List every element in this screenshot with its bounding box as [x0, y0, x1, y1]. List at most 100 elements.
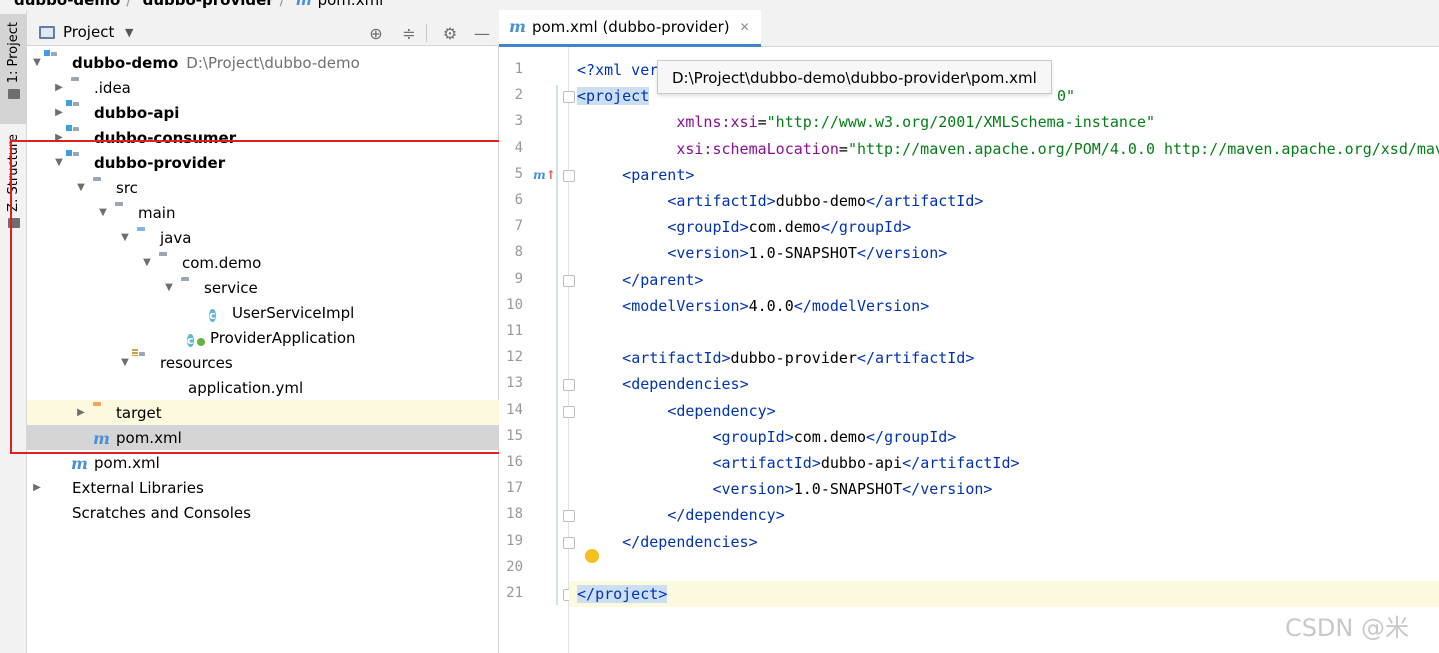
- tree-item-application-yml[interactable]: ▶ application.yml: [27, 375, 499, 400]
- breadcrumb-item-module[interactable]: dubbo-provider: [143, 0, 274, 9]
- project-view-selector[interactable]: Project: [63, 23, 114, 41]
- tree-item-dubbo-provider[interactable]: ▼ dubbo-provider: [27, 148, 499, 175]
- tree-item-label: resources: [160, 353, 233, 372]
- xml-tag-bracket: </: [793, 296, 812, 315]
- folder-icon: [115, 205, 133, 221]
- tree-item-provider-pom[interactable]: ▶ m pom.xml: [27, 425, 499, 450]
- tool-window-strip: 1: Project Z: Structure: [0, 10, 27, 653]
- line-number: 17: [506, 480, 523, 497]
- tree-item-scratches[interactable]: ▶ Scratches and Consoles: [27, 500, 499, 525]
- collapsed-arrow-icon[interactable]: ▶: [53, 132, 65, 143]
- code-line[interactable]: </dependency>: [577, 502, 784, 528]
- tree-item-dubbo-consumer[interactable]: ▶ dubbo-consumer: [27, 123, 499, 150]
- tree-item-providerapplication[interactable]: ▶ c ProviderApplication: [27, 325, 499, 350]
- xml-tag-bracket: >: [784, 427, 794, 446]
- xml-tag-bracket: </: [856, 349, 876, 368]
- project-tool-tab[interactable]: 1: Project: [0, 14, 27, 124]
- code-area[interactable]: <?xml ver <project 0" xmlns:xsi="http://ww…: [569, 47, 1439, 653]
- code-line[interactable]: </project>: [577, 581, 668, 607]
- xml-tag-bracket: >: [739, 218, 749, 237]
- expanded-arrow-icon[interactable]: ▼: [141, 257, 153, 268]
- code-line[interactable]: <dependencies>: [577, 371, 748, 397]
- expanded-arrow-icon[interactable]: ▼: [163, 282, 175, 293]
- expanded-arrow-icon[interactable]: ▼: [75, 182, 87, 193]
- code-line[interactable]: <artifactId>dubbo-demo</artifactId>: [577, 188, 983, 214]
- collapse-all-icon[interactable]: ≑: [398, 22, 420, 44]
- collapsed-arrow-icon[interactable]: ▶: [53, 107, 65, 118]
- code-line[interactable]: <version>1.0-SNAPSHOT</version>: [577, 240, 947, 266]
- code-line[interactable]: xmlns:xsi="http://www.w3.org/2001/XMLSch…: [577, 109, 1155, 135]
- xml-tag-bracket: </: [902, 454, 921, 472]
- tree-item-dubbo-api[interactable]: ▶ dubbo-api: [27, 98, 499, 125]
- tree-item-main[interactable]: ▼ main: [27, 200, 499, 225]
- tree-item-label: dubbo-api: [94, 103, 180, 122]
- code-line[interactable]: <artifactId>dubbo-api</artifactId>: [577, 450, 1019, 476]
- tree-item-userserviceimpl[interactable]: ▶ c UserServiceImpl: [27, 300, 499, 325]
- tree-item-label: main: [138, 203, 176, 222]
- code-line[interactable]: <groupId>com.demo</groupId>: [577, 424, 956, 450]
- line-number: 15: [506, 427, 523, 444]
- tree-item-label: java: [160, 228, 192, 247]
- tree-item-service[interactable]: ▼ service: [27, 275, 499, 300]
- tree-item-resources[interactable]: ▼ resources: [27, 347, 499, 375]
- tree-item-com-demo[interactable]: ▼ com.demo: [27, 250, 499, 275]
- locate-file-icon[interactable]: ⊕: [365, 22, 387, 44]
- code-line[interactable]: <?xml ver: [577, 57, 658, 83]
- xml-attribute: xmlns:xsi: [676, 113, 758, 132]
- minimize-icon[interactable]: —: [471, 22, 493, 44]
- gear-icon[interactable]: ⚙: [439, 22, 461, 44]
- code-line[interactable]: <groupId>com.demo</groupId>: [577, 214, 911, 240]
- expanded-arrow-icon[interactable]: ▼: [97, 207, 109, 218]
- collapsed-arrow-icon[interactable]: ▶: [75, 407, 87, 418]
- collapsed-arrow-icon[interactable]: ▶: [31, 482, 43, 493]
- tree-item-dubbo-demo[interactable]: ▼ dubbo-demo D:\Project\dubbo-demo: [27, 48, 499, 75]
- close-icon[interactable]: ✕: [740, 20, 750, 34]
- breadcrumb: dubbo-demo / dubbo-provider / m pom.xml: [14, 0, 389, 9]
- divider: [426, 24, 427, 42]
- tree-item-idea[interactable]: ▶ .idea: [27, 75, 499, 100]
- maven-parent-icon[interactable]: m↑: [533, 168, 556, 182]
- code-line[interactable]: <parent>: [577, 162, 694, 188]
- xml-equals: =: [757, 113, 767, 132]
- code-line[interactable]: <dependency>: [577, 398, 775, 424]
- expanded-arrow-icon[interactable]: ▼: [119, 232, 131, 243]
- folder-icon: [71, 80, 89, 96]
- collapsed-arrow-icon[interactable]: ▶: [53, 82, 65, 93]
- code-line[interactable]: </parent>: [577, 267, 703, 293]
- xml-tag-name: artifactId: [676, 192, 767, 210]
- code-line[interactable]: xsi:schemaLocation="http://maven.apache.…: [577, 136, 1439, 162]
- xml-tag-name: artifactId: [721, 454, 812, 472]
- tree-item-target[interactable]: ▶ target: [27, 400, 499, 425]
- tab-pom-xml[interactable]: m pom.xml (dubbo-provider) ✕: [499, 10, 761, 47]
- xml-tag-bracket: <: [712, 454, 722, 472]
- code-line[interactable]: <artifactId>dubbo-provider</artifactId>: [577, 345, 974, 371]
- structure-tool-tab[interactable]: Z: Structure: [0, 130, 27, 240]
- maven-icon: m: [93, 428, 110, 448]
- xml-tag-name: dependencies: [631, 375, 740, 394]
- xml-tag-bracket: >: [685, 165, 695, 184]
- expanded-arrow-icon[interactable]: ▼: [119, 357, 131, 368]
- xml-tag-name: parent: [640, 270, 695, 289]
- xml-tag-bracket: <: [667, 192, 677, 210]
- xml-tag-name: project: [586, 87, 650, 106]
- tree-item-java[interactable]: ▼ java: [27, 225, 499, 250]
- xml-attribute: xsi:schemaLocation: [676, 139, 839, 158]
- tab-label: pom.xml (dubbo-provider): [531, 18, 730, 36]
- code-line[interactable]: <version>1.0-SNAPSHOT</version>: [577, 476, 992, 502]
- expanded-arrow-icon[interactable]: ▼: [53, 157, 65, 168]
- tree-item-root-pom[interactable]: ▶ m pom.xml: [27, 450, 499, 475]
- expanded-arrow-icon[interactable]: ▼: [31, 57, 43, 68]
- xml-tag-bracket: <: [622, 349, 632, 368]
- tree-item-external-libraries[interactable]: ▶ External Libraries: [27, 475, 499, 500]
- xml-text: dubbo-api: [820, 454, 903, 472]
- tree-item-src[interactable]: ▼ src: [27, 175, 499, 200]
- spring-boot-class-icon: c: [187, 333, 194, 347]
- xml-tag-bracket: <: [712, 480, 722, 499]
- code-line[interactable]: </dependencies>: [577, 529, 757, 555]
- code-line[interactable]: <modelVersion>4.0.0</modelVersion>: [577, 293, 929, 319]
- chevron-down-icon[interactable]: ▼: [125, 26, 133, 39]
- xml-tag-bracket: </: [902, 480, 921, 499]
- breadcrumb-item-project[interactable]: dubbo-demo: [14, 0, 120, 9]
- breadcrumb-item-file[interactable]: pom.xml: [318, 0, 384, 9]
- code-line[interactable]: <project 0": [577, 83, 1075, 109]
